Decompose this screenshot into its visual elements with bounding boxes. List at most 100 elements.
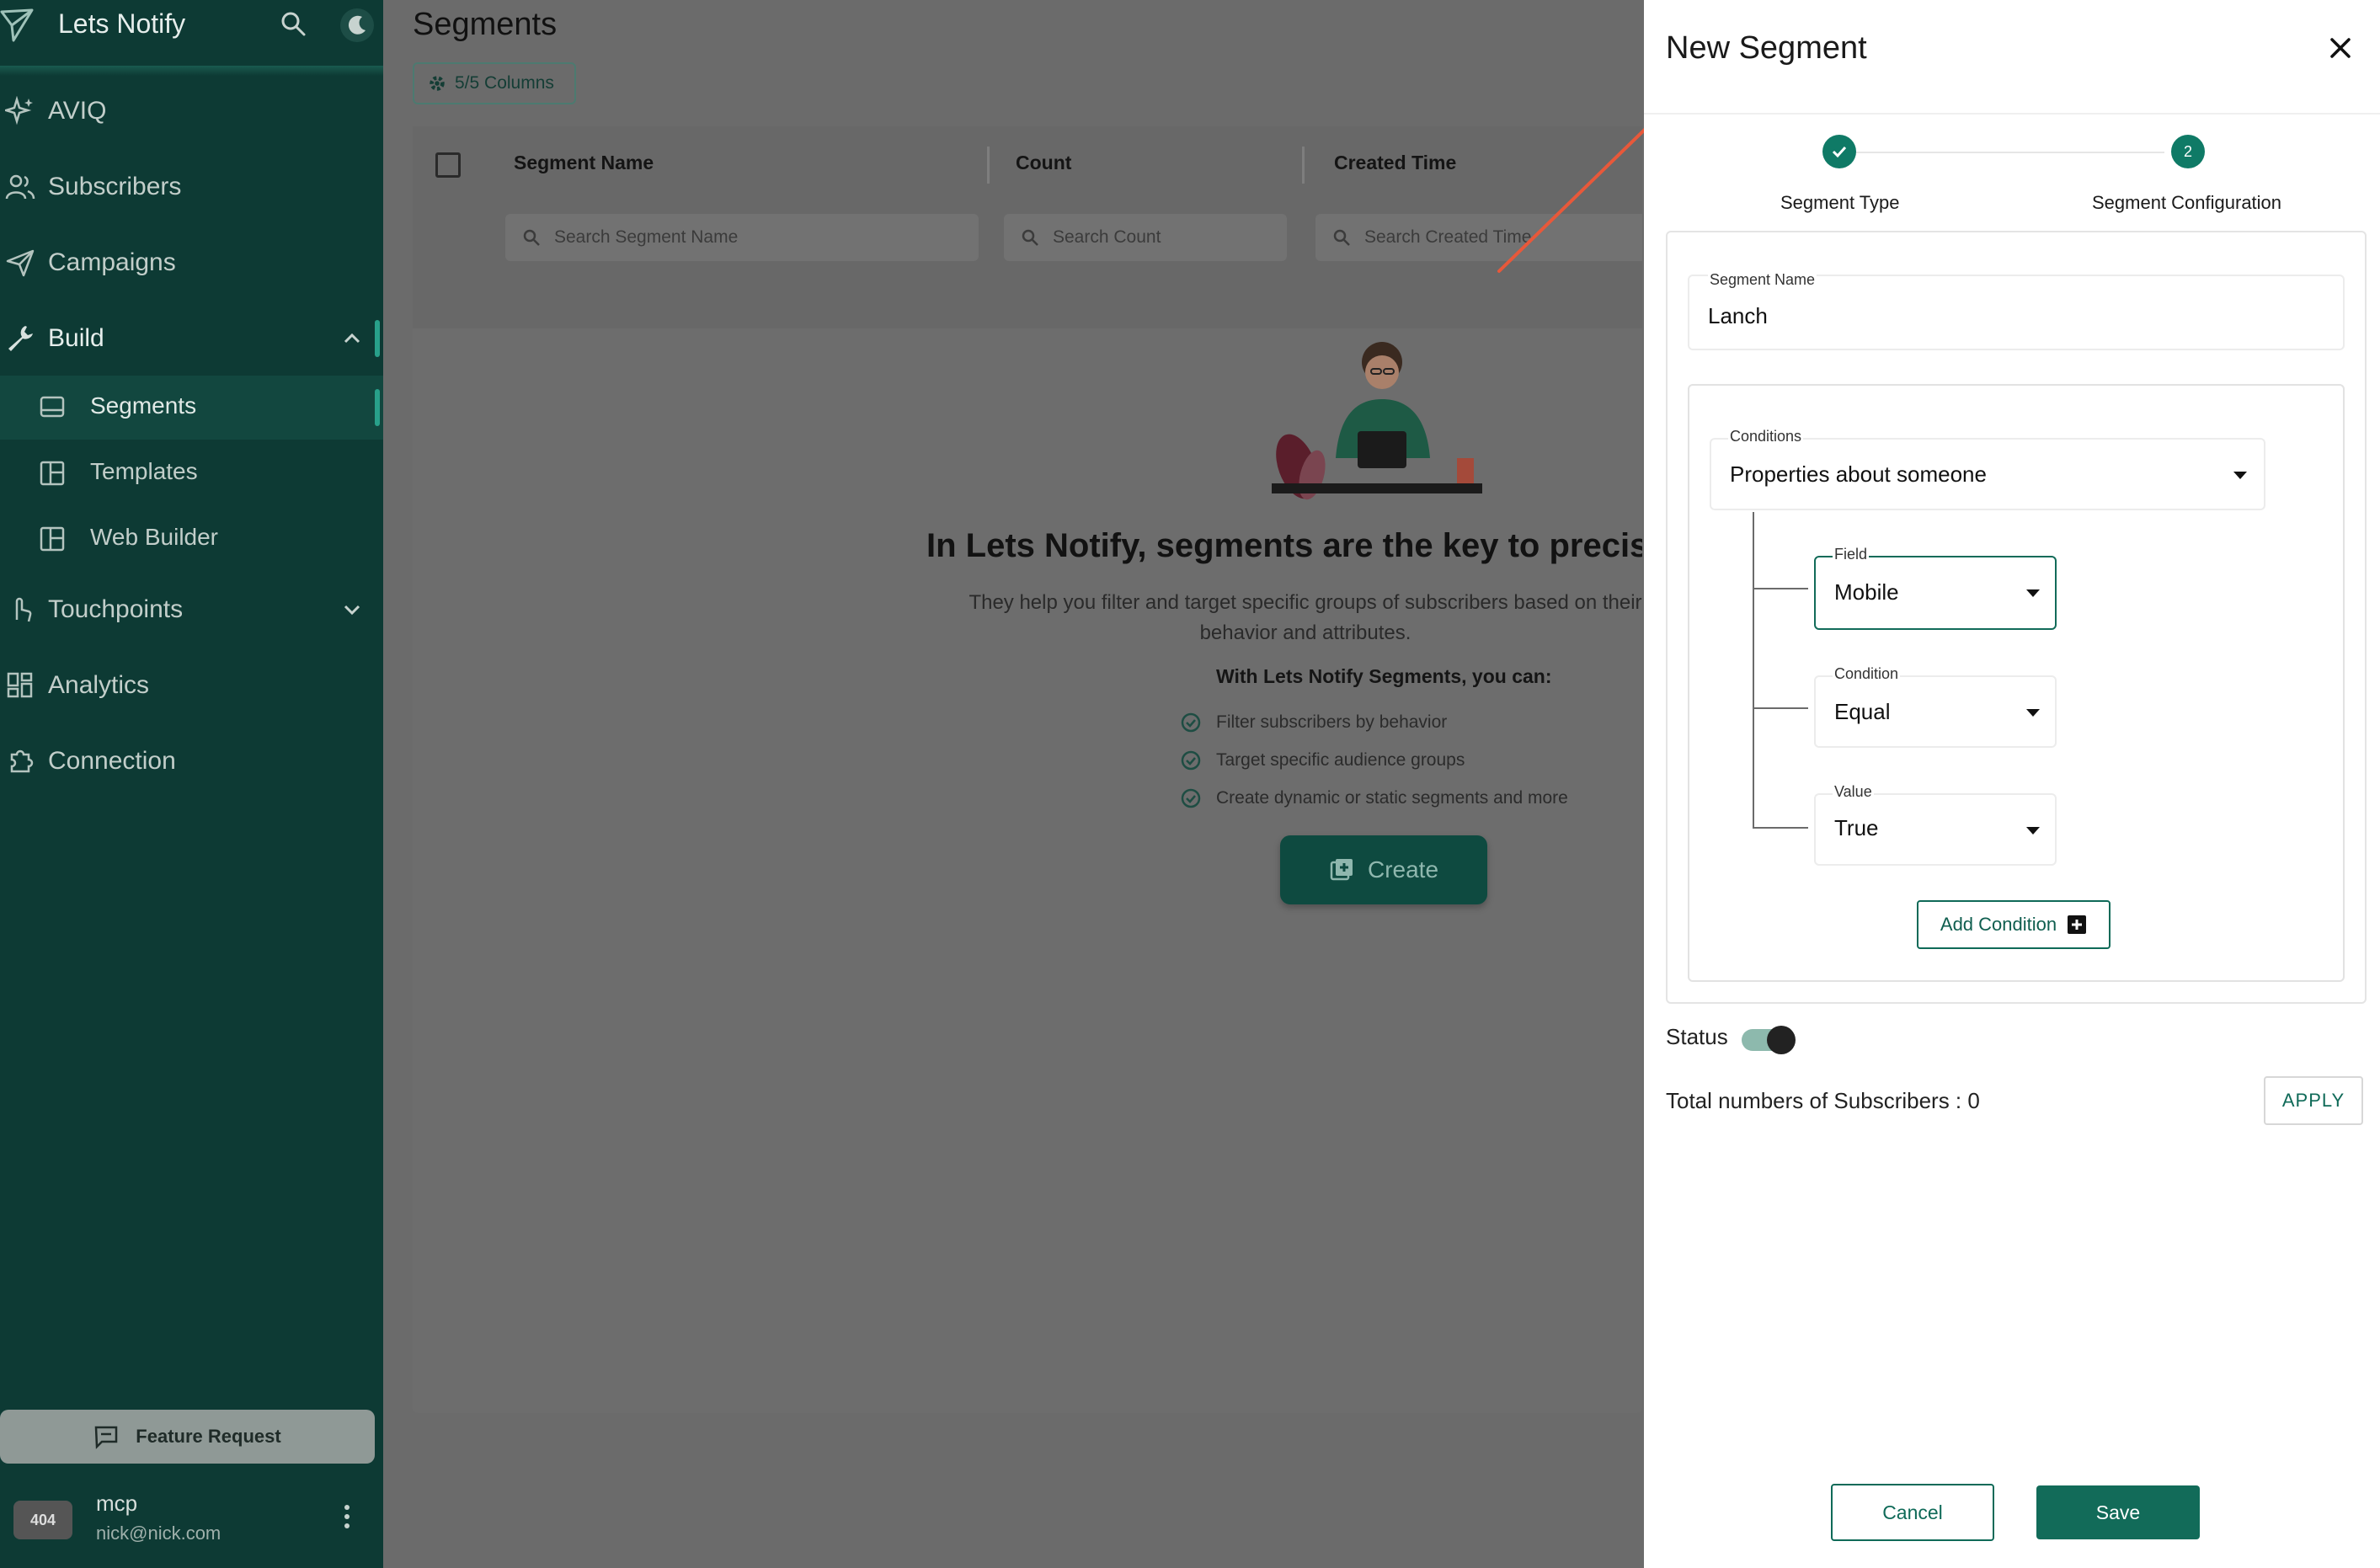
panel-title: New Segment [1666, 30, 1867, 66]
cancel-button[interactable]: Cancel [1831, 1484, 1994, 1541]
sidebar-item-build[interactable]: Build [0, 305, 383, 372]
sidebar-item-aviq[interactable]: AVIQ [0, 77, 383, 145]
brand-divider [0, 66, 383, 76]
template-icon [40, 461, 65, 486]
app-name: Lets Notify [58, 8, 186, 39]
segment-name-input[interactable]: Lanch [1708, 303, 1768, 329]
tree-branch [1753, 707, 1808, 709]
sidebar-item-subscribers[interactable]: Subscribers [0, 153, 383, 221]
search-placeholder: Search Count [1053, 227, 1161, 247]
search-placeholder: Search Segment Name [554, 227, 739, 247]
add-box-icon [2068, 915, 2087, 934]
sidebar-item-templates[interactable]: Templates [0, 441, 383, 505]
sidebar-item-label: Touchpoints [48, 595, 184, 623]
sidebar-item-touchpoints[interactable]: Touchpoints [0, 576, 383, 643]
person-laptop-illustration [1272, 342, 1482, 500]
select-all-checkbox[interactable] [435, 152, 461, 178]
bullet-text: Target specific audience groups [1216, 750, 1465, 770]
new-segment-panel: New Segment Segment Type 2 Segment Confi… [1644, 0, 2380, 1568]
search-icon[interactable] [280, 10, 307, 37]
conditions-select[interactable]: Conditions Properties about someone [1710, 428, 2265, 510]
check-circle-icon [1181, 712, 1201, 733]
value-value: True [1834, 815, 1879, 840]
feature-request-button[interactable]: Feature Request [0, 1410, 375, 1464]
column-divider [1302, 147, 1305, 184]
conditions-value: Properties about someone [1730, 461, 1987, 487]
search-icon [1022, 229, 1038, 246]
close-icon[interactable] [2326, 34, 2355, 62]
active-indicator [375, 320, 380, 357]
field-label: Segment Name [1708, 271, 1817, 289]
chevron-down-icon [344, 605, 360, 616]
bullet-text: Create dynamic or static segments and mo… [1216, 788, 1568, 808]
dropdown-arrow-icon [2026, 827, 2040, 835]
step-2-indicator[interactable]: 2 [2171, 135, 2205, 168]
value-select[interactable]: Value True [1814, 783, 2057, 866]
step-2-label: Segment Configuration [2092, 192, 2282, 213]
field-label: Field [1833, 546, 1870, 563]
search-count-input[interactable]: Search Count [1004, 214, 1287, 261]
field-value: Mobile [1834, 579, 1899, 605]
sidebar-item-label: Campaigns [48, 248, 176, 276]
step-1-label: Segment Type [1780, 192, 1900, 213]
save-button[interactable]: Save [2036, 1485, 2200, 1539]
field-label: Conditions [1728, 428, 1804, 445]
condition-value: Equal [1834, 699, 1891, 724]
status-label: Status [1666, 1024, 1728, 1049]
avatar[interactable]: 404 [13, 1501, 72, 1539]
bullet-text: Filter subscribers by behavior [1216, 712, 1448, 732]
brand-header: Lets Notify [0, 0, 383, 59]
sidebar-item-connection[interactable]: Connection [0, 728, 383, 795]
more-vertical-icon[interactable] [339, 1502, 355, 1531]
moon-icon [348, 15, 366, 35]
sidebar-item-label: Subscribers [48, 173, 182, 200]
field-select[interactable]: Field Mobile [1814, 546, 2057, 630]
create-segment-button[interactable]: Create [1280, 835, 1487, 904]
sidebar-item-label: Segments [90, 392, 197, 419]
status-toggle[interactable] [1742, 1026, 1796, 1054]
sidebar-item-analytics[interactable]: Analytics [0, 652, 383, 719]
sidebar-item-label: AVIQ [48, 97, 107, 125]
add-condition-button[interactable]: Add Condition [1917, 900, 2111, 949]
create-label: Create [1367, 856, 1439, 883]
dark-mode-toggle[interactable] [340, 8, 374, 42]
dashboard-icon [7, 672, 33, 698]
toggle-knob [1767, 1026, 1796, 1054]
touch-icon [15, 597, 32, 622]
search-icon [1333, 229, 1350, 246]
list-item: Filter subscribers by behavior [1181, 712, 1447, 733]
step-1-indicator[interactable] [1822, 135, 1856, 168]
search-segment-name-input[interactable]: Search Segment Name [505, 214, 979, 261]
tree-branch [1753, 827, 1808, 829]
empty-state-title: In Lets Notify, segments are the key to … [926, 527, 1642, 564]
columns-button[interactable]: 5/5 Columns [413, 62, 576, 104]
check-circle-icon [1181, 788, 1201, 808]
check-icon [1832, 146, 1847, 158]
send-icon [6, 249, 35, 277]
total-subscribers-text: Total numbers of Subscribers : 0 [1666, 1088, 1980, 1113]
column-header-created-time[interactable]: Created Time [1334, 152, 1456, 174]
sidebar-item-label: Analytics [48, 671, 150, 699]
column-header-segment-name[interactable]: Segment Name [514, 152, 654, 174]
sidebar: Lets Notify AVIQ Subscribers Campaigns B… [0, 0, 383, 1568]
tree-branch [1753, 588, 1808, 589]
check-circle-icon [1181, 750, 1201, 771]
puzzle-icon [10, 749, 34, 773]
field-label: Condition [1833, 665, 1901, 683]
sidebar-item-label: Templates [90, 458, 198, 484]
column-header-count[interactable]: Count [1016, 152, 1071, 174]
tree-connector [1753, 512, 1754, 829]
sidebar-item-campaigns[interactable]: Campaigns [0, 229, 383, 296]
condition-select[interactable]: Condition Equal [1814, 665, 2057, 748]
sidebar-item-web-builder[interactable]: Web Builder [0, 507, 383, 571]
feature-request-label: Feature Request [136, 1426, 281, 1447]
field-label: Value [1833, 783, 1874, 801]
segment-name-field[interactable]: Segment Name Lanch [1688, 271, 2345, 350]
column-divider [987, 147, 990, 184]
apply-button[interactable]: APPLY [2264, 1076, 2363, 1125]
sparkle-icon [5, 96, 33, 125]
users-icon [5, 174, 35, 200]
sidebar-item-segments[interactable]: Segments [0, 376, 383, 440]
stepper-connector [1839, 152, 2164, 153]
add-condition-label: Add Condition [1940, 914, 2057, 935]
